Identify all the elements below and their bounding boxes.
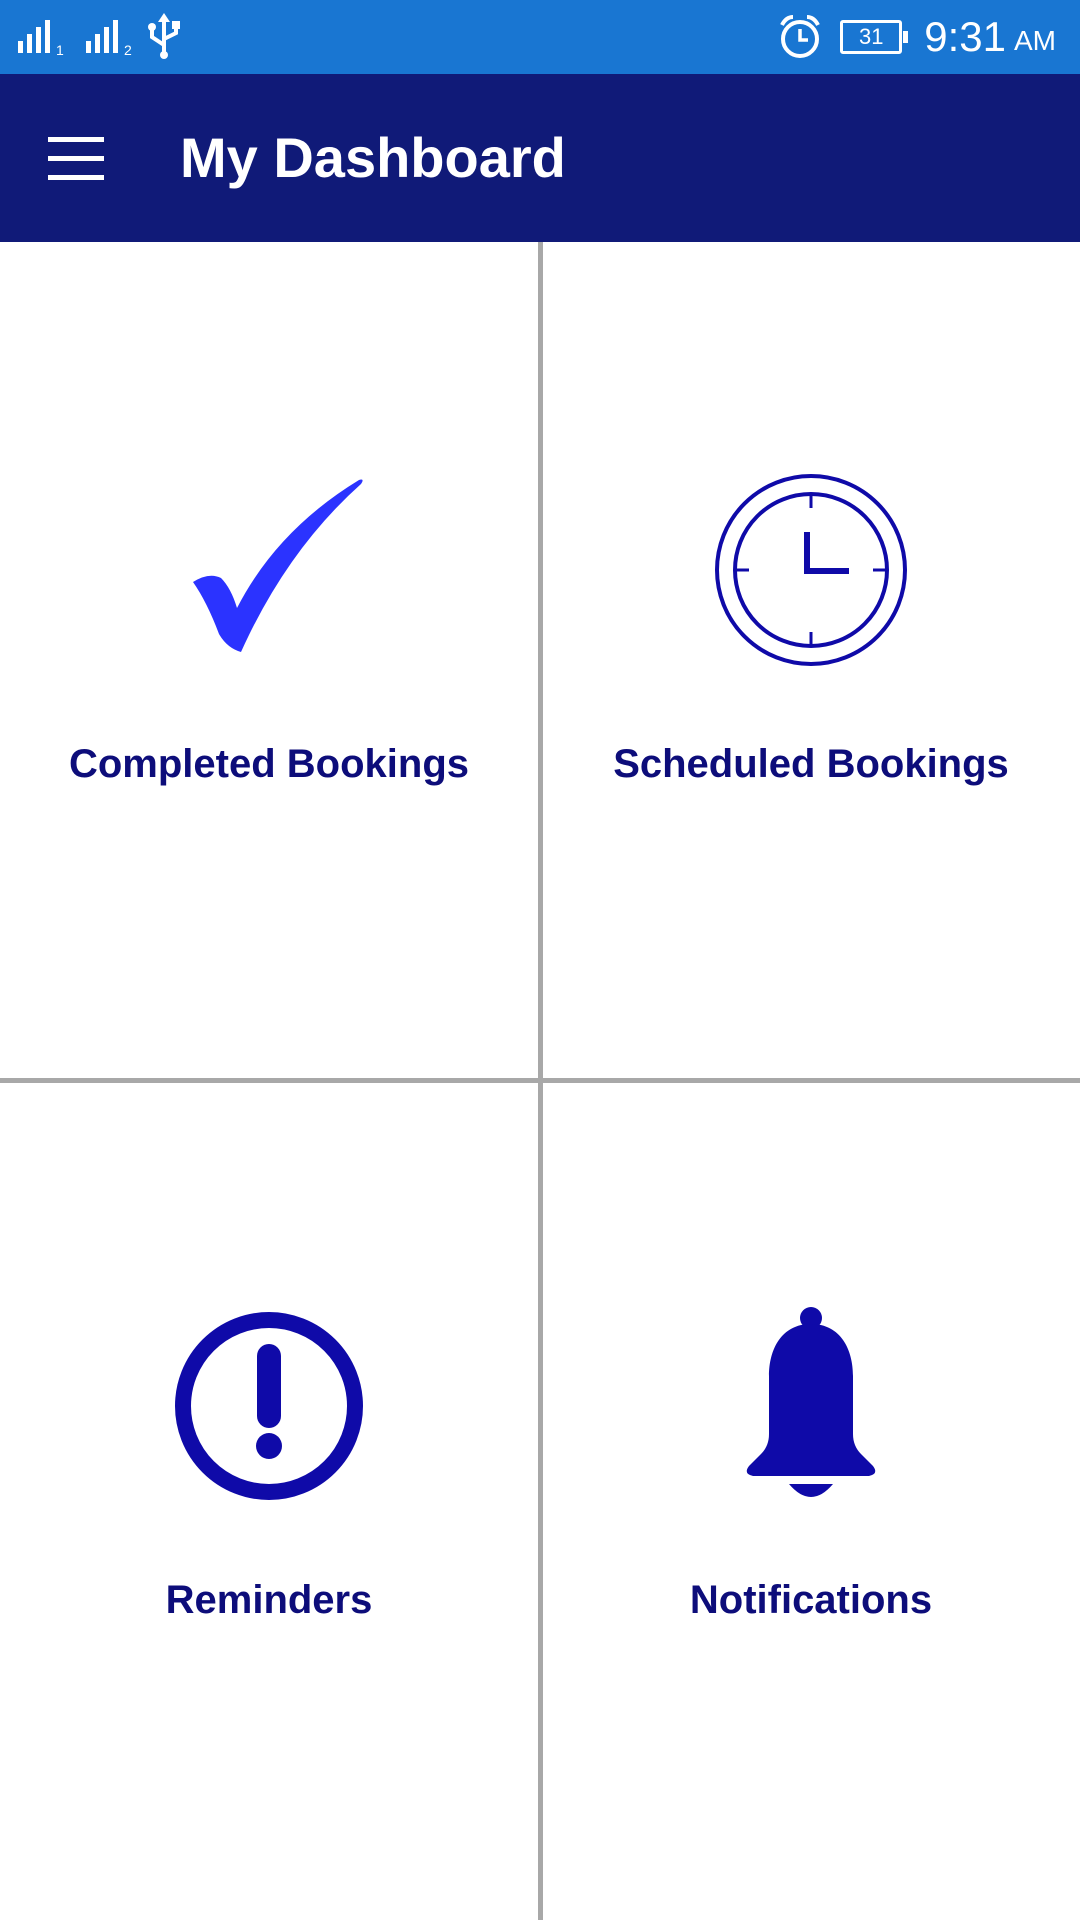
sim1-number: 1 bbox=[56, 42, 64, 57]
bell-icon bbox=[711, 1306, 911, 1506]
alert-circle-icon bbox=[169, 1306, 369, 1506]
scheduled-bookings-label: Scheduled Bookings bbox=[613, 742, 1009, 786]
status-ampm: AM bbox=[1014, 25, 1056, 56]
status-time: 9:31 bbox=[924, 13, 1006, 60]
reminders-tile[interactable]: Reminders bbox=[0, 1306, 538, 1623]
notifications-label: Notifications bbox=[689, 1578, 933, 1622]
signal-sim1-icon: 1 bbox=[16, 17, 68, 57]
status-bar-left: 1 2 bbox=[16, 0, 184, 74]
completed-bookings-label: Completed Bookings bbox=[68, 742, 470, 786]
checkmark-icon bbox=[169, 470, 369, 670]
sim2-number: 2 bbox=[124, 42, 132, 57]
battery-level: 31 bbox=[859, 24, 884, 49]
page-title: My Dashboard bbox=[180, 126, 566, 189]
battery-icon: 31 bbox=[840, 20, 909, 54]
horizontal-divider bbox=[0, 1078, 1080, 1083]
dashboard-grid: Completed Bookings Scheduled Bookings Re… bbox=[0, 242, 1080, 1920]
hamburger-menu-icon[interactable] bbox=[48, 128, 120, 188]
notifications-tile[interactable]: Notifications bbox=[542, 1306, 1080, 1623]
status-bar: 1 2 31 9:31 AM bbox=[0, 0, 1080, 74]
clock-icon bbox=[711, 470, 911, 670]
usb-icon bbox=[144, 13, 184, 61]
status-bar-right: 31 9:31 AM bbox=[778, 0, 1056, 74]
alarm-icon bbox=[778, 14, 822, 60]
completed-bookings-tile[interactable]: Completed Bookings bbox=[0, 470, 538, 787]
app-bar: My Dashboard bbox=[0, 74, 1080, 242]
scheduled-bookings-tile[interactable]: Scheduled Bookings bbox=[542, 470, 1080, 787]
reminders-label: Reminders bbox=[165, 1578, 373, 1622]
signal-sim2-icon: 2 bbox=[84, 17, 136, 57]
